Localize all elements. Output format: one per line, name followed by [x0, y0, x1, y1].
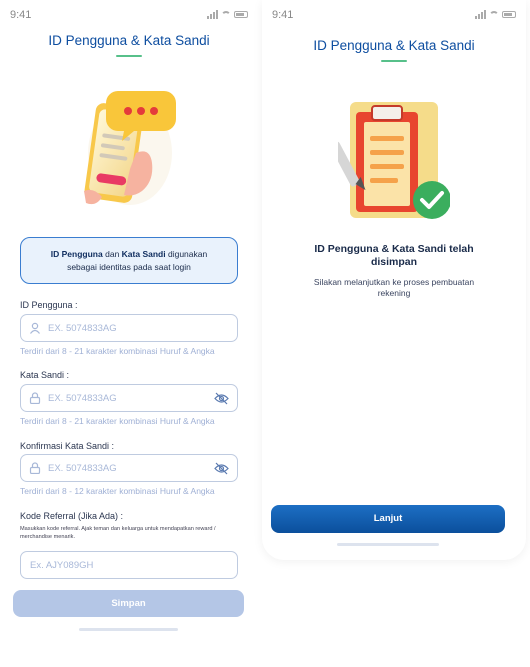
- status-bar: 9:41: [272, 9, 516, 23]
- signal-icon: [475, 10, 486, 19]
- home-indicator: [337, 543, 439, 546]
- referral-placeholder: Ex. AJY089GH: [30, 560, 94, 571]
- title-underline: [116, 55, 142, 57]
- info-and: dan: [105, 249, 120, 259]
- referral-note: Masukkan kode referral. Ajak teman dan k…: [20, 526, 216, 540]
- confirm-password-field[interactable]: EX. 5074833AG: [20, 454, 238, 482]
- info-box: ID Pengguna dan Kata Sandi digunakan seb…: [20, 237, 238, 284]
- success-subtitle-line-2: rekening: [377, 288, 411, 298]
- eye-off-icon[interactable]: [214, 462, 229, 475]
- password-hint: Terdiri dari 8 - 21 karakter kombinasi H…: [20, 416, 215, 426]
- battery-icon: [502, 11, 516, 18]
- user-id-password-form-screen: 9:41 ID Pengguna & Kata Sandi ID Penggun…: [0, 0, 258, 667]
- save-button[interactable]: Simpan: [13, 590, 244, 617]
- info-text-1: digunakan: [167, 249, 208, 259]
- clipboard-check-illustration: [338, 102, 450, 219]
- success-subtitle: Silakan melanjutkan ke proses pembuatan …: [262, 277, 526, 299]
- password-label: Kata Sandi :: [20, 370, 70, 380]
- status-bar: 9:41: [10, 9, 248, 23]
- user-id-label: ID Pengguna :: [20, 300, 78, 310]
- lock-icon: [29, 392, 41, 404]
- success-title-line-1: ID Pengguna & Kata Sandi telah: [314, 243, 474, 255]
- referral-field[interactable]: Ex. AJY089GH: [20, 551, 238, 579]
- eye-off-icon[interactable]: [214, 392, 229, 405]
- signal-icon: [207, 10, 218, 19]
- info-bold-user-id: ID Pengguna: [50, 249, 103, 259]
- title-underline: [381, 60, 407, 62]
- confirm-password-hint: Terdiri dari 8 - 12 karakter kombinasi H…: [20, 486, 215, 496]
- success-title: ID Pengguna & Kata Sandi telah disimpan: [262, 243, 526, 269]
- page-title: ID Pengguna & Kata Sandi: [313, 38, 475, 53]
- save-success-screen: 9:41 ID Pengguna & Kata Sandi ID Penggun…: [262, 0, 526, 560]
- password-field[interactable]: EX. 5074833AG: [20, 384, 238, 412]
- success-subtitle-line-1: Silakan melanjutkan ke proses pembuatan: [313, 277, 475, 287]
- status-time: 9:41: [272, 9, 294, 21]
- info-bold-password: Kata Sandi: [121, 249, 166, 259]
- battery-icon: [234, 11, 248, 18]
- wifi-icon: [489, 10, 499, 19]
- user-id-placeholder: EX. 5074833AG: [48, 323, 117, 334]
- continue-button[interactable]: Lanjut: [271, 505, 505, 533]
- referral-label: Kode Referral (Jika Ada) :: [20, 511, 124, 521]
- confirm-password-label: Konfirmasi Kata Sandi :: [20, 441, 115, 451]
- status-time: 9:41: [10, 9, 32, 21]
- wifi-icon: [221, 10, 231, 19]
- home-indicator: [79, 628, 178, 631]
- confirm-password-placeholder: EX. 5074833AG: [48, 463, 117, 474]
- password-placeholder: EX. 5074833AG: [48, 393, 117, 404]
- info-text-2: sebagai identitas pada saat login: [67, 262, 191, 272]
- success-title-line-2: disimpan: [370, 256, 418, 268]
- user-id-hint: Terdiri dari 8 - 21 karakter kombinasi H…: [20, 346, 215, 356]
- phone-chat-illustration: [84, 91, 176, 205]
- page-title: ID Pengguna & Kata Sandi: [48, 33, 210, 48]
- lock-icon: [29, 462, 41, 474]
- user-id-field[interactable]: EX. 5074833AG: [20, 314, 238, 342]
- user-icon: [30, 322, 40, 334]
